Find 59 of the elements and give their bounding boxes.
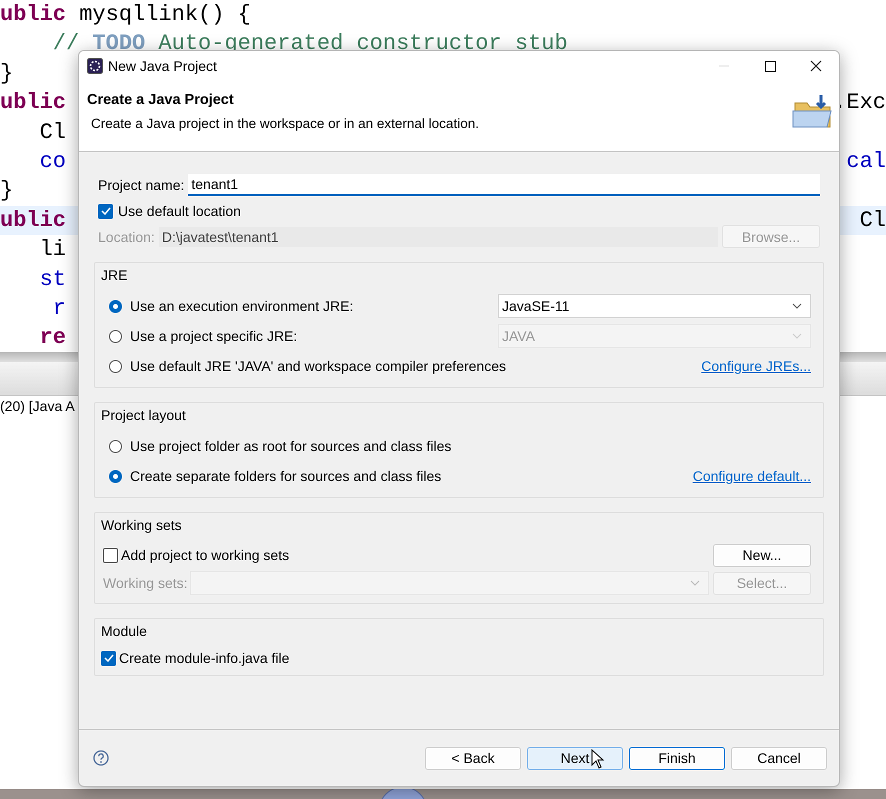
app-icon — [87, 58, 103, 74]
group-title: Module — [101, 623, 148, 639]
radio-label: Use an execution environment JRE: — [130, 298, 354, 314]
code-text: ublic — [0, 89, 66, 118]
radio-button[interactable] — [109, 330, 122, 342]
code-text: .Exc — [833, 89, 886, 118]
new-button[interactable]: New... — [713, 544, 811, 566]
console-title: (20) [Java A — [0, 398, 75, 414]
chevron-down-icon — [792, 333, 802, 339]
check-icon — [100, 205, 112, 217]
code-text: cal — [846, 148, 886, 176]
radio-label: Use project folder as root for sources and class files — [130, 438, 452, 454]
chevron-down-icon — [792, 303, 802, 309]
group-title: JRE — [101, 267, 128, 283]
field-label: Working sets: — [103, 575, 188, 591]
radio-button[interactable] — [109, 440, 122, 452]
dialog-button[interactable]: Finish — [629, 746, 725, 770]
code-text: } — [0, 60, 14, 88]
radio-button[interactable] — [109, 470, 122, 482]
group-title: Project layout — [101, 407, 187, 423]
check-icon — [102, 652, 114, 664]
field-label: Location: — [98, 228, 155, 244]
group-title: Working sets — [101, 517, 183, 533]
code-text: Cl — [38, 118, 66, 147]
field-label: Project name: — [98, 177, 184, 193]
checkbox-label: Use default location — [118, 203, 241, 219]
dialog-button[interactable]: Next — [527, 746, 623, 770]
radio-button[interactable] — [109, 360, 122, 372]
code-text: ublic — [0, 206, 66, 235]
code-text: Cl — [860, 206, 886, 235]
mouse-cursor-icon — [591, 749, 605, 769]
radio-button[interactable] — [109, 300, 122, 312]
checkbox[interactable] — [103, 548, 118, 562]
code-text: co — [38, 148, 66, 176]
checkbox-label: Add project to working sets — [121, 547, 290, 563]
window-title: New Java Project — [108, 58, 218, 74]
checkbox[interactable] — [101, 650, 116, 666]
page-description: Create a Java project in the workspace or in an external location. — [90, 116, 479, 131]
dropdown[interactable]: JavaSE-11 — [498, 294, 811, 318]
code-text: ublic mysqllink() { — [0, 1, 251, 29]
configure-link[interactable]: Configure JREs... — [701, 358, 811, 374]
code-text: li — [38, 236, 66, 264]
code-text: st — [38, 266, 66, 294]
project-name-field[interactable]: tenant1 — [188, 174, 820, 196]
page-heading: Create a Java Project — [87, 92, 235, 108]
dialog-button[interactable]: Cancel — [731, 746, 827, 770]
code-text: re — [38, 324, 66, 352]
checkbox[interactable] — [98, 204, 113, 218]
radio-label: Use a project specific JRE: — [130, 328, 298, 344]
dialog-button[interactable]: < Back — [425, 746, 521, 770]
code-text: // TODO Auto-generated constructor stub — [52, 30, 568, 58]
configure-link[interactable]: Configure default... — [692, 468, 811, 484]
code-text: } — [0, 177, 14, 206]
radio-label: Create separate folders for sources and class files — [130, 468, 442, 484]
radio-label: Use default JRE 'JAVA' and workspace compiler preferences — [130, 358, 507, 374]
checkbox-label: Create module-info.java file — [119, 650, 290, 666]
chevron-down-icon — [690, 580, 700, 586]
code-text: r — [52, 294, 66, 323]
help-icon[interactable] — [93, 750, 109, 766]
